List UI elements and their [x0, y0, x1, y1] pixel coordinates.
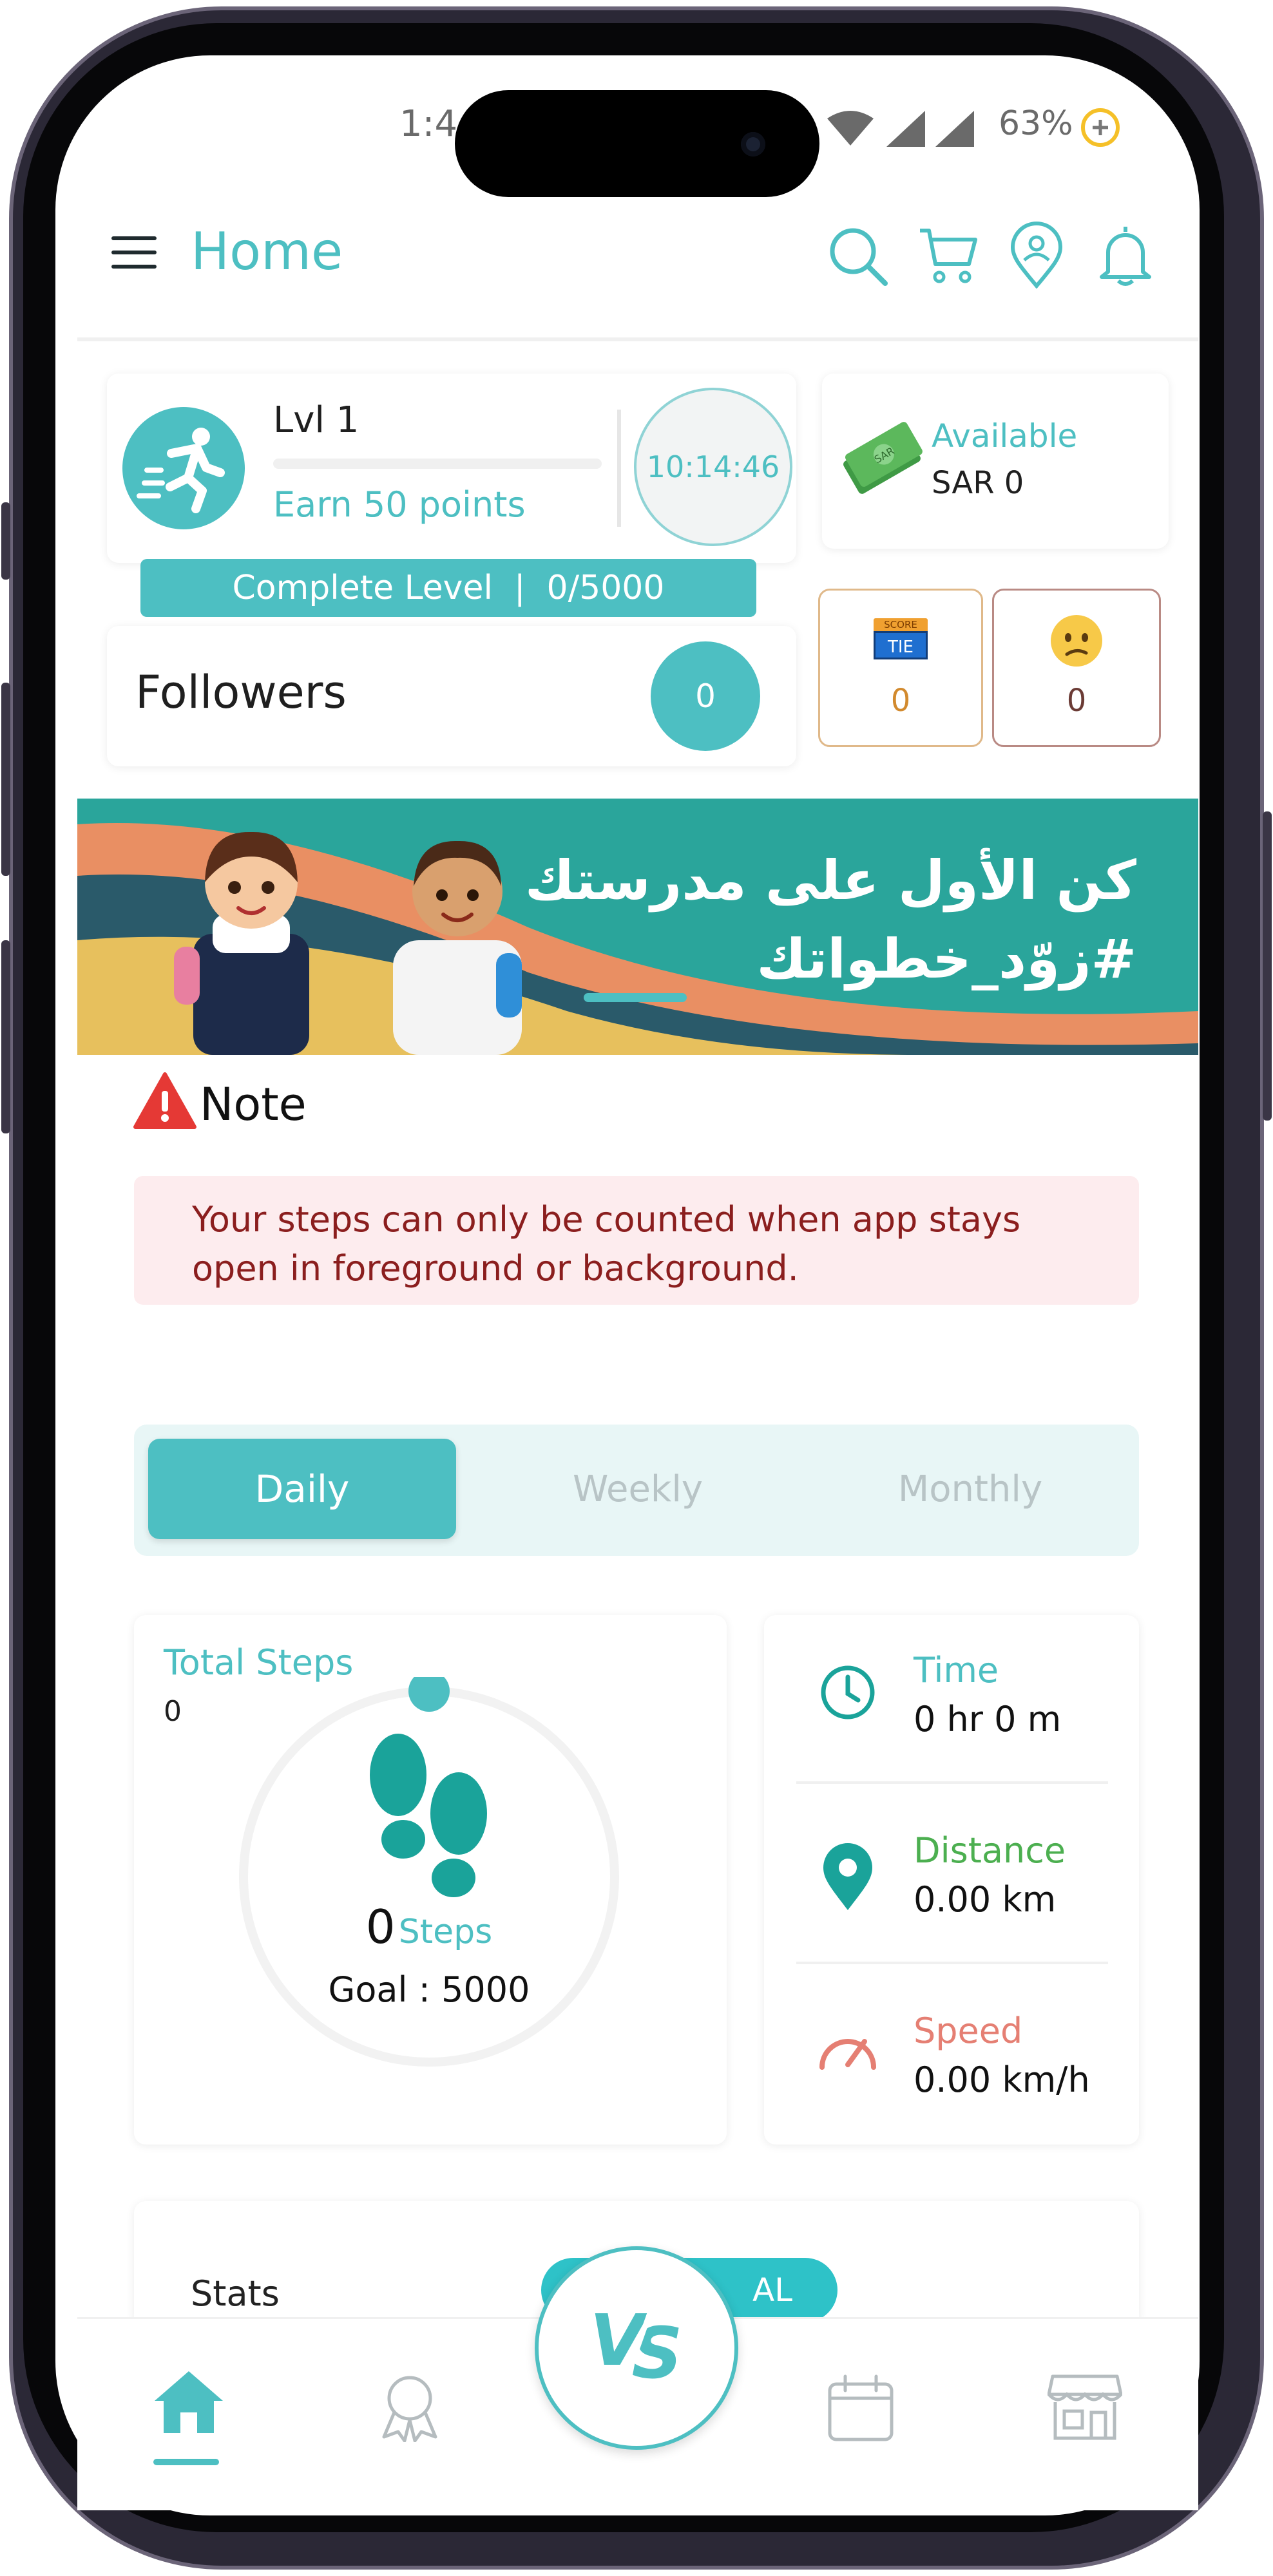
- banner-page-indicator: [584, 993, 687, 1002]
- stats-label: Stats: [191, 2273, 280, 2314]
- note-message: Your steps can only be counted when app …: [192, 1199, 1021, 1289]
- metric-distance-label: Distance: [914, 1830, 1066, 1871]
- page-title: Home: [191, 222, 343, 281]
- metric-distance-value: 0.00 km: [914, 1879, 1057, 1920]
- metric-speed-label: Speed: [914, 2011, 1023, 2051]
- score-tie-label: TIE: [874, 631, 928, 659]
- wallet-amount: SAR 0: [932, 465, 1024, 501]
- footsteps-icon: [370, 1734, 487, 1897]
- promo-banner[interactable]: كن الأول على مدرستك #زوّد_خطواتك: [77, 799, 1198, 1055]
- score-tie-top: SCORE: [874, 618, 928, 631]
- warning-icon: [133, 1072, 196, 1129]
- volume-up-button: [1, 683, 10, 876]
- banner-hashtag: #زوّد_خطواتك: [756, 927, 1136, 990]
- vs-icon: V S: [589, 2303, 682, 2393]
- wallet-label: Available: [932, 417, 1078, 455]
- tab-weekly-label: Weekly: [572, 1468, 704, 1510]
- boy-illustration: [393, 840, 522, 1055]
- metric-divider-2: [796, 1962, 1108, 1964]
- home-icon[interactable]: [152, 2369, 225, 2436]
- complete-level-text: Complete Level | 0/5000: [232, 569, 665, 607]
- header-divider: [77, 337, 1198, 341]
- cart-icon[interactable]: [917, 225, 979, 285]
- total-steps-value: 0: [164, 1695, 182, 1728]
- location-pin-icon: [823, 1843, 872, 1910]
- tab-daily[interactable]: Daily: [148, 1439, 456, 1539]
- vs-button[interactable]: V S: [535, 2246, 738, 2450]
- speedometer-icon: [819, 2039, 876, 2070]
- battery-icon: [1081, 108, 1120, 147]
- home-active-indicator: [153, 2459, 219, 2465]
- store-icon[interactable]: [1048, 2372, 1122, 2442]
- volume-down-button: [1, 940, 10, 1133]
- level-timer-text: 10:14:46: [646, 450, 780, 484]
- location-profile-icon[interactable]: [1009, 222, 1064, 289]
- action-button: [1, 502, 10, 580]
- metric-time-label: Time: [914, 1650, 999, 1690]
- banner-headline: كن الأول على مدرستك: [524, 849, 1136, 912]
- steps-unit: Steps: [398, 1913, 493, 1951]
- sad-face-icon: [1051, 615, 1102, 667]
- steps-count-row: 0 Steps: [283, 1900, 575, 1954]
- level-progress-track: [273, 459, 602, 469]
- calendar-icon[interactable]: [826, 2374, 895, 2443]
- complete-level-bar: Complete Level | 0/5000: [140, 559, 756, 617]
- level-timer: 10:14:46: [634, 388, 792, 546]
- metric-speed-value: 0.00 km/h: [914, 2060, 1090, 2100]
- followers-label: Followers: [135, 666, 347, 719]
- wifi-icon: [827, 111, 874, 146]
- level-card-divider: [617, 410, 621, 527]
- followers-count: 0: [695, 677, 716, 715]
- status-time: 1:4: [399, 103, 458, 145]
- svg-text:S: S: [631, 2312, 682, 2393]
- signal-icon: [886, 111, 925, 147]
- followers-count-badge: 0: [651, 641, 760, 751]
- girl-illustration: [174, 831, 309, 1055]
- signal-icon-2: [935, 111, 974, 147]
- tab-monthly[interactable]: Monthly: [828, 1440, 1112, 1538]
- level-label: Lvl 1: [273, 399, 359, 441]
- steps-progress-knob: [408, 1677, 450, 1712]
- steps-count: 0: [365, 1900, 396, 1954]
- steps-goal: Goal : 5000: [328, 1969, 530, 2010]
- money-icon: SAR: [843, 422, 923, 494]
- tab-weekly[interactable]: Weekly: [496, 1440, 780, 1538]
- menu-icon[interactable]: [111, 234, 157, 270]
- tab-daily-label: Daily: [254, 1467, 350, 1511]
- power-button: [1263, 811, 1272, 1121]
- tie-score-value: 0: [890, 683, 911, 719]
- score-tie-icon: SCORE TIE: [874, 618, 928, 663]
- note-title: Note: [200, 1078, 307, 1131]
- metric-divider-1: [796, 1781, 1108, 1784]
- front-camera: [741, 132, 765, 156]
- tie-score-card[interactable]: [818, 589, 983, 747]
- metric-time-value: 0 hr 0 m: [914, 1699, 1062, 1739]
- battery-percent: 63%: [999, 104, 1073, 143]
- clock-icon: [821, 1665, 875, 1719]
- note-box: Your steps can only be counted when app …: [134, 1176, 1139, 1305]
- search-icon[interactable]: [826, 224, 889, 287]
- tab-monthly-label: Monthly: [897, 1468, 1043, 1510]
- loss-score-value: 0: [1066, 683, 1087, 719]
- runner-icon: [122, 407, 245, 529]
- bell-icon[interactable]: [1098, 223, 1153, 287]
- earn-points-text: Earn 50 points: [273, 484, 526, 525]
- stats-pill-label: AL: [752, 2271, 792, 2309]
- award-icon[interactable]: [374, 2372, 446, 2442]
